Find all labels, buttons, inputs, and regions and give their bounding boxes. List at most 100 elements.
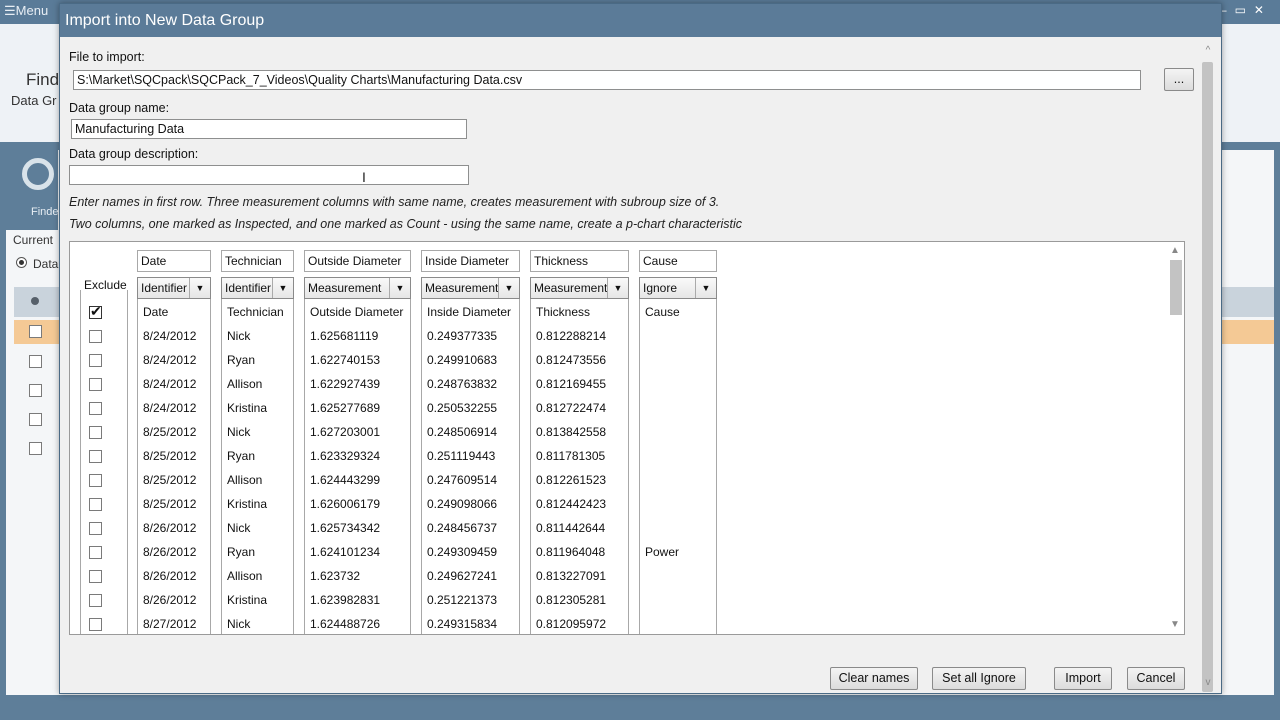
exclude-checkbox[interactable] (89, 474, 102, 487)
import-preview-grid: Exclude ▲ ▼ Date Identifier ▼ Technician Ide… (69, 241, 1185, 635)
table-cell: 1.627203001 (310, 425, 381, 439)
table-cell: 1.625277689 (310, 401, 381, 415)
file-path-input[interactable]: S:\Market\SQCpack\SQCPack_7_Videos\Quali… (73, 70, 1141, 90)
import-dialog: Import into New Data Group File to impor… (59, 3, 1222, 694)
app-row-checkbox[interactable] (29, 413, 42, 426)
chevron-down-icon[interactable]: ▼ (695, 278, 716, 298)
grid-scrollbar[interactable]: ▲ ▼ (1166, 244, 1183, 632)
table-cell: 8/24/2012 (143, 377, 197, 391)
app-row-checkbox[interactable] (29, 325, 42, 338)
exclude-checkbox[interactable] (89, 303, 102, 320)
table-cell: Kristina (227, 593, 268, 607)
table-cell: Power (645, 545, 680, 559)
table-cell: 1.624443299 (310, 473, 381, 487)
cancel-button[interactable]: Cancel (1127, 667, 1185, 690)
import-button[interactable]: Import (1054, 667, 1112, 690)
scroll-up-icon[interactable]: ^ (1199, 44, 1217, 58)
exclude-checkbox[interactable] (89, 522, 102, 535)
table-cell: 8/25/2012 (143, 425, 197, 439)
table-cell: 8/25/2012 (143, 497, 197, 511)
data-radio[interactable] (16, 257, 27, 268)
scroll-up-icon[interactable]: ▲ (1166, 244, 1184, 258)
table-cell: Allison (227, 569, 263, 583)
app-data-group-label: Data Gr (11, 93, 57, 108)
app-menu-button[interactable]: ☰Menu (4, 3, 48, 19)
column-name-input[interactable]: Technician (221, 250, 294, 272)
exclude-checkbox[interactable] (89, 402, 102, 415)
browse-button[interactable]: ... (1164, 68, 1194, 91)
data-group-description-label: Data group description: (69, 147, 199, 161)
exclude-checkbox[interactable] (89, 498, 102, 511)
dialog-scrollbar[interactable]: ^ v (1199, 44, 1217, 692)
chevron-down-icon[interactable]: ▼ (189, 278, 210, 298)
table-cell: 0.248506914 (427, 425, 498, 439)
exclude-checkbox[interactable] (89, 618, 102, 631)
table-cell: 0.247609514 (427, 473, 498, 487)
window-controls[interactable]: –▭✕ (1220, 3, 1272, 17)
column-name-input[interactable]: Date (137, 250, 211, 272)
exclude-checkbox[interactable] (89, 378, 102, 391)
data-group-name-label: Data group name: (69, 101, 170, 115)
table-cell: 1.623982831 (310, 593, 381, 607)
table-cell: 0.812095972 (536, 617, 607, 631)
column-type-dropdown[interactable]: Measurement ▼ (421, 277, 520, 299)
clear-names-button[interactable]: Clear names (830, 667, 918, 690)
app-row-checkbox[interactable] (29, 442, 42, 455)
column-type-dropdown[interactable]: Measurement ▼ (304, 277, 411, 299)
column-type-dropdown[interactable]: Measurement ▼ (530, 277, 629, 299)
column-name-input[interactable]: Cause (639, 250, 717, 272)
table-cell: 1.623732 (310, 569, 361, 583)
table-cell: Allison (227, 377, 263, 391)
exclude-checkbox[interactable] (89, 330, 102, 343)
table-cell: Ryan (227, 449, 256, 463)
table-cell: 0.249309459 (427, 545, 498, 559)
table-cell: 0.813842558 (536, 425, 607, 439)
exclude-checkbox[interactable] (89, 546, 102, 559)
table-cell: 0.250532255 (427, 401, 498, 415)
app-row-checkbox[interactable] (29, 384, 42, 397)
column-type-dropdown[interactable]: Identifier ▼ (221, 277, 294, 299)
dialog-scroll-thumb[interactable] (1202, 62, 1213, 692)
table-cell: 1.624488726 (310, 617, 381, 631)
column-type-value: Identifier (141, 281, 188, 295)
current-label: Current (13, 233, 54, 247)
chevron-down-icon[interactable]: ▼ (498, 278, 519, 298)
grid-scroll-thumb[interactable] (1170, 260, 1182, 315)
table-cell: Inside Diameter (427, 305, 512, 319)
column-type-dropdown[interactable]: Identifier ▼ (137, 277, 211, 299)
table-cell: 0.812288214 (536, 329, 607, 343)
scroll-down-icon[interactable]: ▼ (1166, 618, 1184, 632)
exclude-checkbox[interactable] (89, 450, 102, 463)
chevron-down-icon[interactable]: ▼ (389, 278, 410, 298)
table-cell: 1.626006179 (310, 497, 381, 511)
chevron-down-icon[interactable]: ▼ (272, 278, 293, 298)
data-group-name-input[interactable]: Manufacturing Data (71, 119, 467, 139)
column-type-dropdown[interactable]: Ignore ▼ (639, 277, 717, 299)
column-name-input[interactable]: Outside Diameter (304, 250, 411, 272)
scroll-down-icon[interactable]: v (1199, 676, 1217, 690)
exclude-checkbox[interactable] (89, 594, 102, 607)
set-all-ignore-button[interactable]: Set all Ignore (932, 667, 1026, 690)
table-cell: Cause (645, 305, 680, 319)
table-cell: 0.249315834 (427, 617, 498, 631)
data-group-description-input[interactable] (69, 165, 469, 185)
hint-line-1: Enter names in first row. Three measurem… (69, 195, 720, 209)
exclude-checkbox[interactable] (89, 570, 102, 583)
table-cell: 0.811964048 (536, 545, 606, 559)
table-cell: 0.248763832 (427, 377, 498, 391)
table-cell: Kristina (227, 401, 268, 415)
table-cell: 0.812722474 (536, 401, 607, 415)
data-radio-label: Data (33, 257, 59, 271)
column-name-input[interactable]: Thickness (530, 250, 629, 272)
app-find-title: Find (26, 70, 60, 89)
app-row-checkbox[interactable] (29, 355, 42, 368)
table-cell: 0.251119443 (427, 449, 496, 463)
table-cell: 0.249377335 (427, 329, 498, 343)
column-name-input[interactable]: Inside Diameter (421, 250, 520, 272)
exclude-checkbox[interactable] (89, 354, 102, 367)
chevron-down-icon[interactable]: ▼ (607, 278, 628, 298)
finder-label: Finde (31, 206, 59, 218)
exclude-checkbox[interactable] (89, 426, 102, 439)
table-cell: 0.812261523 (536, 473, 607, 487)
hint-line-2: Two columns, one marked as Inspected, an… (69, 217, 743, 231)
